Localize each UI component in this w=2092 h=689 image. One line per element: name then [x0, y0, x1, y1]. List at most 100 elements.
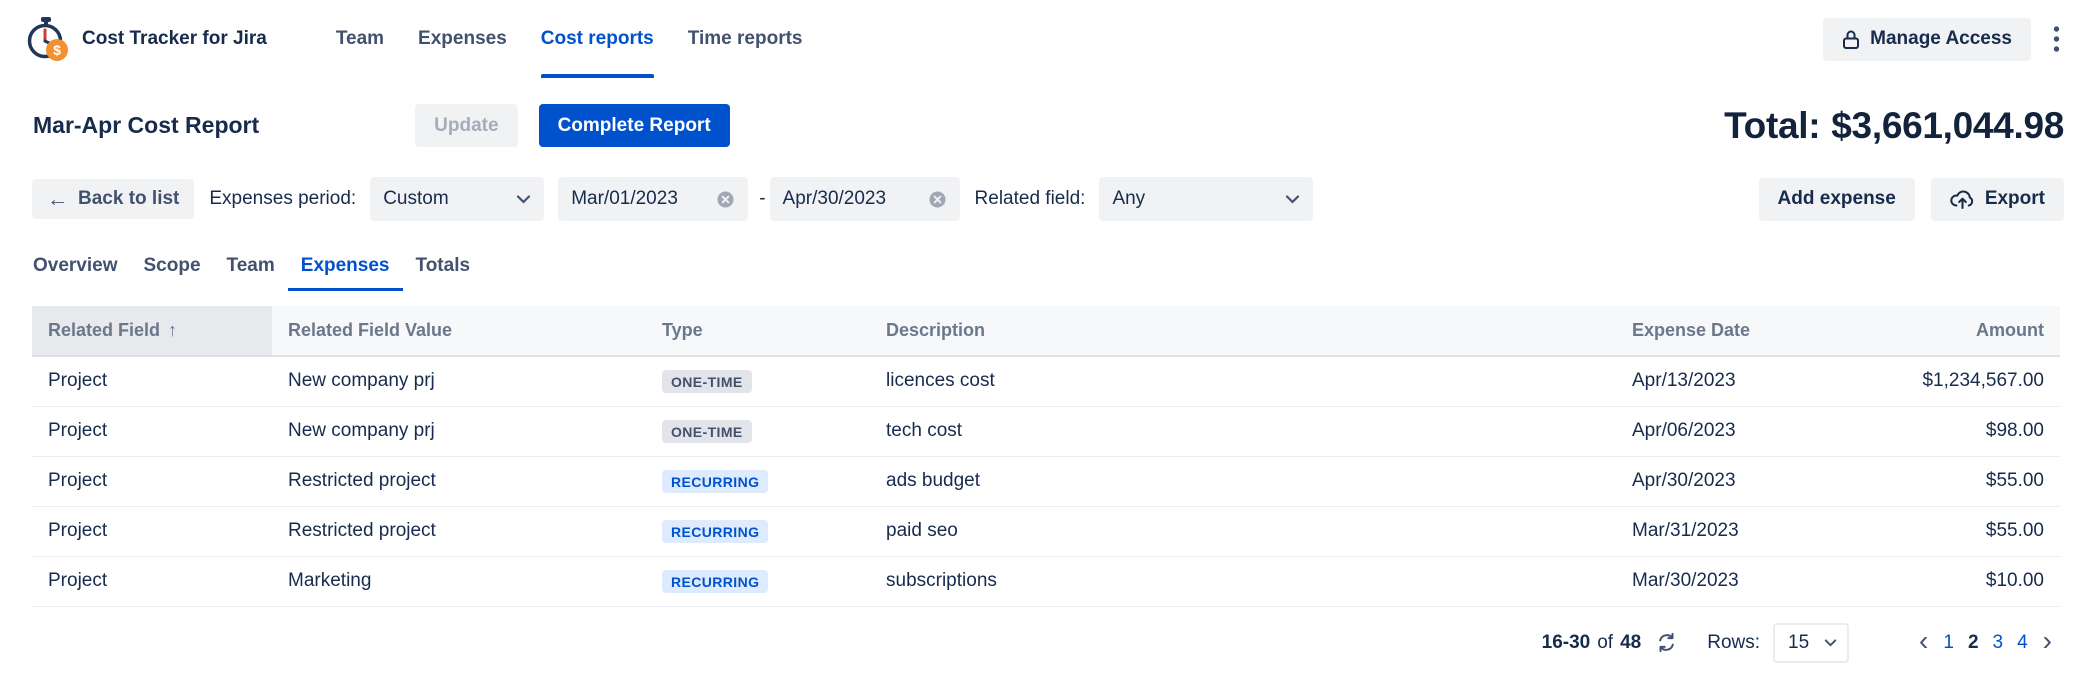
column-header-expense-date[interactable]: Expense Date — [1616, 306, 1886, 356]
page-button-1[interactable]: 1 — [1936, 629, 1961, 657]
related-field-select-value: Any — [1112, 188, 1145, 210]
related-field-select[interactable]: Any — [1099, 177, 1313, 221]
cell-expense-date: Apr/06/2023 — [1616, 406, 1886, 456]
export-cloud-icon — [1950, 189, 1975, 210]
type-badge: ONE-TIME — [662, 420, 752, 443]
date-from-field[interactable]: Mar/01/2023 — [558, 177, 748, 221]
column-header-related-field[interactable]: Related Field↑ — [32, 306, 272, 356]
period-select[interactable]: Custom — [370, 177, 544, 221]
period-select-value: Custom — [383, 188, 448, 210]
pagination: ‹ 1 2 3 4 › — [1911, 627, 2060, 659]
table-row: Project Marketing RECURRING subscription… — [32, 556, 2060, 606]
table-row: Project Restricted project RECURRING ads… — [32, 456, 2060, 506]
date-to-value: Apr/30/2023 — [783, 188, 887, 210]
clear-date-icon[interactable] — [928, 190, 947, 209]
cell-type: ONE-TIME — [646, 356, 870, 406]
type-badge: RECURRING — [662, 520, 768, 543]
refresh-icon[interactable] — [1656, 632, 1677, 653]
page-button-3[interactable]: 3 — [1986, 629, 2011, 657]
tab-scope[interactable]: Scope — [131, 255, 214, 291]
nav-item-cost-reports[interactable]: Cost reports — [524, 0, 671, 78]
cell-description: tech cost — [870, 406, 1616, 456]
type-badge: ONE-TIME — [662, 370, 752, 393]
table-footer: 16-30 of 48 Rows: 15 ‹ 1 2 3 4 › — [0, 623, 2092, 663]
tab-overview[interactable]: Overview — [33, 255, 131, 291]
export-button[interactable]: Export — [1931, 178, 2064, 221]
cell-related-field-value: Marketing — [272, 556, 646, 606]
manage-access-button[interactable]: Manage Access — [1823, 18, 2031, 61]
next-page-icon[interactable]: › — [2035, 627, 2060, 659]
page-button-2[interactable]: 2 — [1961, 629, 1986, 657]
of-label: of — [1597, 632, 1613, 654]
back-arrow-icon: ← — [47, 189, 68, 210]
cell-amount: $98.00 — [1886, 406, 2060, 456]
stopwatch-moneybag-icon: $ — [22, 15, 70, 63]
cell-description: licences cost — [870, 356, 1616, 406]
add-expense-button[interactable]: Add expense — [1759, 178, 1915, 221]
cell-type: ONE-TIME — [646, 406, 870, 456]
cell-related-field: Project — [32, 406, 272, 456]
cell-expense-date: Apr/13/2023 — [1616, 356, 1886, 406]
cell-expense-date: Mar/30/2023 — [1616, 556, 1886, 606]
report-title: Mar-Apr Cost Report — [33, 112, 259, 139]
page-button-4[interactable]: 4 — [2010, 629, 2035, 657]
cell-description: subscriptions — [870, 556, 1616, 606]
sort-asc-icon: ↑ — [168, 320, 177, 340]
cell-amount: $1,234,567.00 — [1886, 356, 2060, 406]
date-range-separator: - — [759, 188, 765, 210]
cell-related-field-value: Restricted project — [272, 456, 646, 506]
complete-report-button[interactable]: Complete Report — [539, 104, 730, 147]
report-tabs: Overview Scope Team Expenses Totals — [0, 255, 2092, 291]
expenses-period-label: Expenses period: — [209, 188, 356, 210]
cell-amount: $55.00 — [1886, 456, 2060, 506]
date-to-field[interactable]: Apr/30/2023 — [770, 177, 960, 221]
nav-item-expenses[interactable]: Expenses — [401, 0, 524, 78]
tab-totals[interactable]: Totals — [403, 255, 484, 291]
cell-description: paid seo — [870, 506, 1616, 556]
back-to-list-label: Back to list — [78, 188, 179, 210]
table-header-row: Related Field↑ Related Field Value Type … — [32, 306, 2060, 356]
update-button[interactable]: Update — [415, 104, 517, 147]
rows-per-page-select[interactable]: 15 — [1773, 623, 1849, 663]
lock-icon — [1842, 29, 1860, 50]
nav-item-team[interactable]: Team — [319, 0, 401, 78]
main-nav: Team Expenses Cost reports Time reports — [319, 0, 820, 78]
cell-description: ads budget — [870, 456, 1616, 506]
nav-item-time-reports[interactable]: Time reports — [671, 0, 820, 78]
rows-per-page-value: 15 — [1788, 632, 1809, 654]
cell-related-field-value: New company prj — [272, 356, 646, 406]
back-to-list-button[interactable]: ← Back to list — [32, 179, 194, 219]
app-header: $ Cost Tracker for Jira Team Expenses Co… — [0, 0, 2092, 78]
cell-expense-date: Mar/31/2023 — [1616, 506, 1886, 556]
tab-expenses[interactable]: Expenses — [288, 255, 403, 291]
row-range: 16-30 — [1542, 632, 1591, 654]
cell-related-field-value: New company prj — [272, 406, 646, 456]
related-field-label: Related field: — [975, 188, 1086, 210]
more-options-kebab-icon[interactable] — [2047, 21, 2066, 57]
cell-related-field: Project — [32, 456, 272, 506]
chevron-down-icon — [1285, 195, 1300, 204]
table-row: Project New company prj ONE-TIME licence… — [32, 356, 2060, 406]
column-header-amount[interactable]: Amount — [1886, 306, 2060, 356]
filter-row: ← Back to list Expenses period: Custom M… — [0, 177, 2092, 221]
cell-type: RECURRING — [646, 456, 870, 506]
date-from-value: Mar/01/2023 — [571, 188, 678, 210]
chevron-down-icon — [516, 195, 531, 204]
row-total: 48 — [1620, 632, 1641, 654]
tab-team[interactable]: Team — [214, 255, 288, 291]
table-row: Project Restricted project RECURRING pai… — [32, 506, 2060, 556]
cell-type: RECURRING — [646, 506, 870, 556]
cell-related-field: Project — [32, 356, 272, 406]
app-title: Cost Tracker for Jira — [82, 28, 267, 50]
column-header-related-field-value[interactable]: Related Field Value — [272, 306, 646, 356]
previous-page-icon[interactable]: ‹ — [1911, 627, 1936, 659]
report-total: Total: $3,661,044.98 — [1724, 105, 2064, 147]
cell-amount: $10.00 — [1886, 556, 2060, 606]
header-actions: Manage Access — [1823, 18, 2066, 61]
chevron-down-icon — [1824, 639, 1837, 647]
filter-actions: Add expense Export — [1759, 178, 2064, 221]
cell-related-field: Project — [32, 556, 272, 606]
column-header-type[interactable]: Type — [646, 306, 870, 356]
clear-date-icon[interactable] — [716, 190, 735, 209]
column-header-description[interactable]: Description — [870, 306, 1616, 356]
